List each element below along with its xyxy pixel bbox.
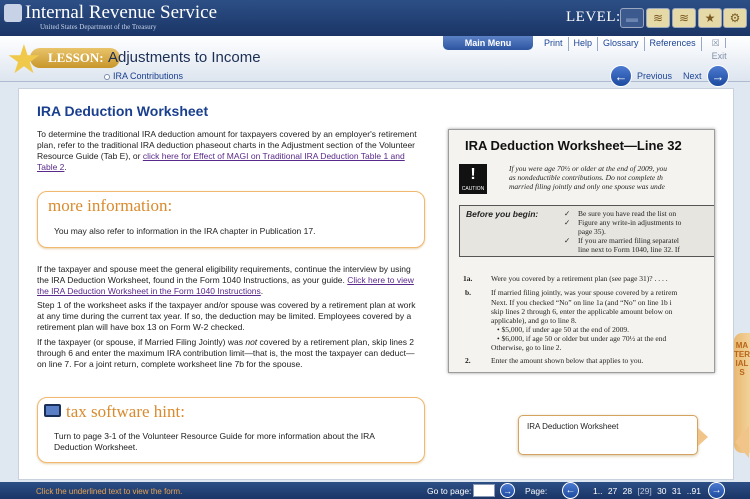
intro-end: . [64, 162, 67, 172]
star-icon: ★ [6, 38, 42, 82]
caption-pointer-icon [698, 428, 708, 446]
check-icon: ✓ [564, 218, 571, 227]
lesson-title: Adjustments to Income [108, 49, 261, 66]
caution-icon: ! CAUTION [459, 164, 487, 194]
before-line-2: Figure any write-in adjustments to [578, 218, 682, 227]
level-4-icon[interactable]: ★ [698, 8, 722, 28]
breadcrumb-label: IRA Contributions [113, 71, 184, 81]
check-icon: ✓ [564, 209, 571, 218]
form-intro-line-1: If you were age 70½ or older at the end … [509, 164, 668, 173]
level-1-icon[interactable]: ▬ [620, 8, 644, 28]
otherwise-line: Otherwise, go to line 2. [491, 343, 562, 352]
help-link[interactable]: Help [569, 37, 599, 51]
page-31[interactable]: 31 [672, 486, 681, 496]
org-name: Internal Revenue Service [25, 2, 218, 23]
form-title: IRA Deduction Worksheet—Line 32 [465, 138, 682, 153]
eligibility-paragraph: If the taxpayer and spouse meet the gene… [37, 264, 422, 297]
not-covered-emphasis: not [245, 337, 258, 347]
eligibility-end: . [260, 286, 264, 296]
before-line-4: If you are married filing separatel [578, 236, 679, 245]
glossary-link[interactable]: Glossary [598, 37, 645, 51]
page-title: IRA Deduction Worksheet [37, 103, 209, 119]
image-caption: IRA Deduction Worksheet [518, 415, 698, 455]
page-prev-arrow-icon[interactable]: ← [562, 482, 579, 499]
page-30[interactable]: 30 [657, 486, 666, 496]
print-link[interactable]: Print [539, 37, 569, 51]
top-nav-links: Print Help Glossary References ☒ Exit [539, 37, 750, 61]
level-3-icon[interactable]: ≋ [672, 8, 696, 28]
line-1a-number: 1a. [463, 274, 473, 283]
page-28[interactable]: 28 [623, 486, 632, 496]
irs-eagle-logo-icon [4, 4, 22, 22]
breadcrumb[interactable]: IRA Contributions [104, 71, 183, 81]
lesson-tag: LESSON: [30, 48, 120, 68]
page-current: [29] [637, 486, 652, 496]
level-2-icon[interactable]: ≋ [646, 8, 670, 28]
next-button[interactable]: Next [683, 71, 702, 81]
laptop-icon [44, 404, 61, 417]
caution-label: CAUTION [461, 186, 485, 192]
line-1b-text: If married filing jointly, was your spou… [491, 288, 678, 297]
step1-paragraph: Step 1 of the worksheet asks if the taxp… [37, 300, 416, 332]
level-5-icon[interactable]: ⚙ [723, 8, 747, 28]
before-line-3: page 35). [578, 227, 606, 236]
more-information-heading: more information: [48, 196, 173, 215]
previous-button[interactable]: Previous [637, 71, 672, 81]
org-subtitle: United States Department of the Treasury [40, 23, 157, 31]
page-first[interactable]: 1.. [593, 486, 602, 496]
more-information-text: You may also refer to information in the… [54, 226, 316, 236]
previous-arrow-icon[interactable]: ← [610, 65, 632, 87]
page-last[interactable]: ..91 [687, 486, 701, 496]
check-icon: ✓ [564, 236, 571, 245]
next-line-3: applicable), and go to line 8. [491, 316, 577, 325]
bullet-1: • $5,000, if under age 50 at the end of … [497, 325, 629, 334]
tax-software-hint-text: Turn to page 3-1 of the Volunteer Resour… [54, 431, 375, 452]
references-link[interactable]: References [645, 37, 702, 51]
close-icon: ☒ [706, 38, 726, 48]
bullet-2: • $6,000, if age 50 or older but under a… [497, 334, 667, 343]
page-label: Page: [525, 486, 548, 496]
line-1a-text: Were you covered by a retirement plan (s… [491, 274, 668, 283]
form-intro-line-2: as nondeductible contributions. Do not c… [509, 173, 663, 182]
footer-hint: Click the underlined text to view the fo… [36, 487, 183, 496]
next-arrow-icon[interactable]: → [707, 65, 729, 87]
line-2-text: Enter the amount shown below that applie… [491, 356, 644, 365]
before-you-begin-box: Before you begin: ✓ Be sure you have rea… [459, 205, 714, 257]
form-intro-line-3: married filing jointly and only one spou… [509, 182, 665, 191]
radio-dot-icon [104, 73, 110, 80]
not-covered-text-a: If the taxpayer (or spouse, if Married F… [37, 337, 246, 347]
before-line-1: Be sure you have read the list on [578, 209, 677, 218]
intro-paragraph: To determine the traditional IRA deducti… [37, 129, 422, 173]
materials-arrow-icon[interactable] [735, 426, 749, 458]
exit-label: Exit [711, 51, 727, 61]
level-label: LEVEL: [566, 9, 621, 25]
line-2-number: 2. [465, 356, 471, 365]
more-information-box: more information: You may also refer to … [37, 191, 425, 248]
line-1b-number: b. [465, 288, 472, 297]
page-numbers: 1.. 27 28 [29] 30 31 ..91 [593, 486, 704, 496]
page-27[interactable]: 27 [608, 486, 617, 496]
before-you-begin-label: Before you begin: [466, 209, 539, 219]
before-line-5: line next to Form 1040, line 32. If [578, 245, 680, 254]
next-line-1: Next. If you checked “No” on line 1a (an… [491, 298, 672, 307]
page-next-arrow-icon[interactable]: → [708, 482, 725, 499]
goto-label: Go to page: [427, 486, 472, 496]
next-line-2: skip lines 2 through 6, enter the applic… [491, 307, 673, 316]
exit-link[interactable]: ☒ Exit [702, 37, 750, 61]
tax-software-hint-heading: tax software hint: [66, 402, 185, 421]
go-arrow-icon[interactable]: → [500, 483, 515, 498]
main-menu-button[interactable]: Main Menu [443, 36, 533, 50]
goto-page-input[interactable] [473, 484, 495, 497]
not-covered-paragraph: If the taxpayer (or spouse, if Married F… [37, 337, 422, 370]
tax-software-hint-box: tax software hint: Turn to page 3-1 of t… [37, 397, 425, 463]
worksheet-form-image[interactable]: IRA Deduction Worksheet—Line 32 ! CAUTION… [448, 129, 715, 373]
